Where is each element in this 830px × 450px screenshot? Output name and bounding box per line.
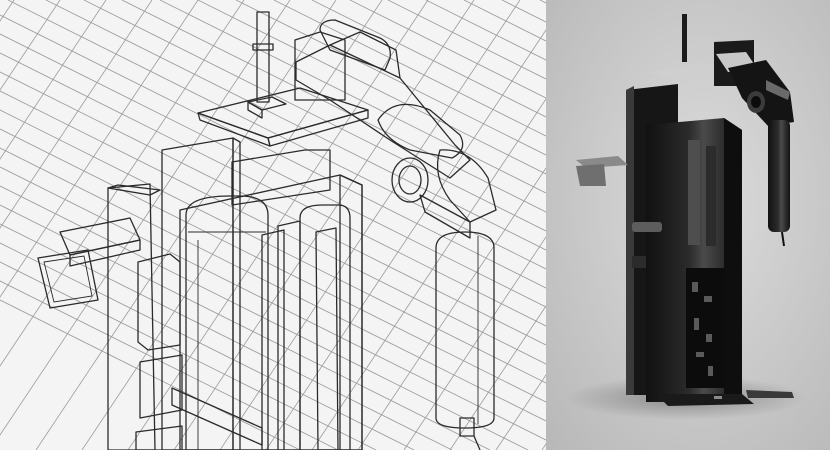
render-canvas: [546, 0, 830, 450]
cad-canvas[interactable]: [0, 0, 546, 450]
cad-viewport[interactable]: [0, 0, 546, 450]
render-preview: [546, 0, 830, 450]
grid-background: [0, 0, 546, 450]
